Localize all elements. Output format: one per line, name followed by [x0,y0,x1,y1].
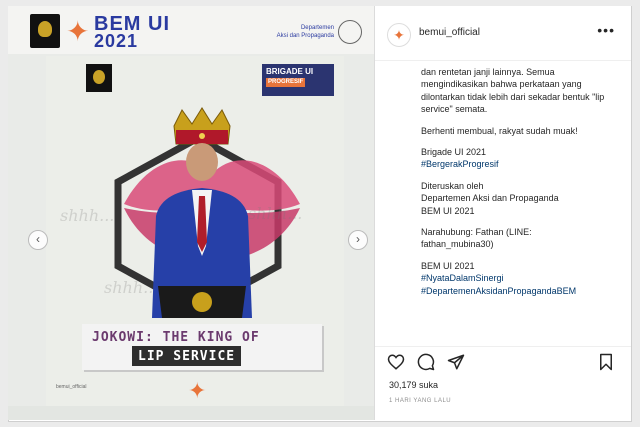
post-header: ✦ bemui_official ••• [375,6,631,61]
sign-org: BEM UI 2021 [421,260,475,271]
brigade-title: BRIGADE UI [266,67,314,76]
dept-title: Departemen [300,25,334,31]
ui-logo [30,14,60,48]
bem-star-logo: ✦ [66,16,90,47]
share-icon[interactable] [447,353,465,371]
bookmark-icon[interactable] [597,353,615,371]
more-icon[interactable]: ••• [597,22,615,38]
poster-title-line2-bg: LIP SERVICE [132,346,242,366]
poster-title-line1: JOKOWI: THE KING OF [92,330,260,345]
forwarded-dept: Departemen Aksi dan Propaganda [421,193,559,204]
brigade-badge: BRIGADE UI PROGRESIF [262,64,334,96]
like-count[interactable]: 30,179 suka [389,380,438,390]
caption-brigade: Brigade UI 2021 #BergerakProgresif [421,146,619,171]
hashtag-nyata[interactable]: #NyataDalamSinergi [421,273,504,283]
forwarded-org: BEM UI 2021 [421,205,475,216]
poster-ui-logo [86,64,112,92]
caption-sign: BEM UI 2021 #NyataDalamSinergi #Departem… [421,260,619,297]
brigade-line: Brigade UI 2021 [421,147,487,158]
post-timestamp: 1 HARI YANG LALU [389,398,452,404]
username[interactable]: bemui_official [419,27,480,38]
caption-paragraph-1: dan rentetan janji lainnya. Semua mengin… [421,67,605,115]
prev-image-button[interactable]: ‹ [28,230,48,250]
caption: dan rentetan janji lainnya. Semua mengin… [421,66,619,346]
dept-emblem-icon [338,20,362,44]
hashtag-departemen[interactable]: #DepartemenAksidanPropagandaBEM [421,286,576,296]
poster-title-line2: LIP SERVICE [138,349,236,364]
figure-with-crown [152,107,252,318]
contact-label: Narahubung: Fathan (LINE: [421,227,532,238]
post-panel: ✦ bemui_official ••• dan rentetan janji … [374,6,631,420]
caption-contact: Narahubung: Fathan (LINE: fathan_mubina3… [421,226,619,251]
contact-id: fathan_mubina30) [421,239,494,250]
forwarded-by: Diteruskan oleh [421,180,484,191]
caption-forwarded: Diteruskan oleh Departemen Aksi dan Prop… [421,180,619,217]
org-year: 2021 [94,31,139,51]
footer-handle: bemui_official [56,384,87,390]
brigade-tag: PROGRESIF [266,78,306,87]
dept-label: Departemen Aksi dan Propaganda [277,24,334,40]
comment-icon[interactable] [417,353,435,371]
poster-header: ✦ BEM UI 2021 Departemen Aksi dan Propag… [8,6,374,54]
action-bar [375,346,631,377]
dept-subtitle: Aksi dan Propaganda [276,33,334,39]
post-media: ✦ BEM UI 2021 Departemen Aksi dan Propag… [8,6,374,420]
avatar[interactable]: ✦ [387,23,411,47]
hashtag-bergerak[interactable]: #BergerakProgresif [421,159,499,169]
footer-star-logo: ✦ [188,378,207,403]
watermark-left: shhh... [60,206,115,225]
heart-icon[interactable] [387,353,405,371]
media-bottom-strip [8,406,374,420]
next-image-button[interactable]: › [348,230,368,250]
caption-paragraph-2: Berhenti membual, rakyat sudah muak! [421,125,578,136]
